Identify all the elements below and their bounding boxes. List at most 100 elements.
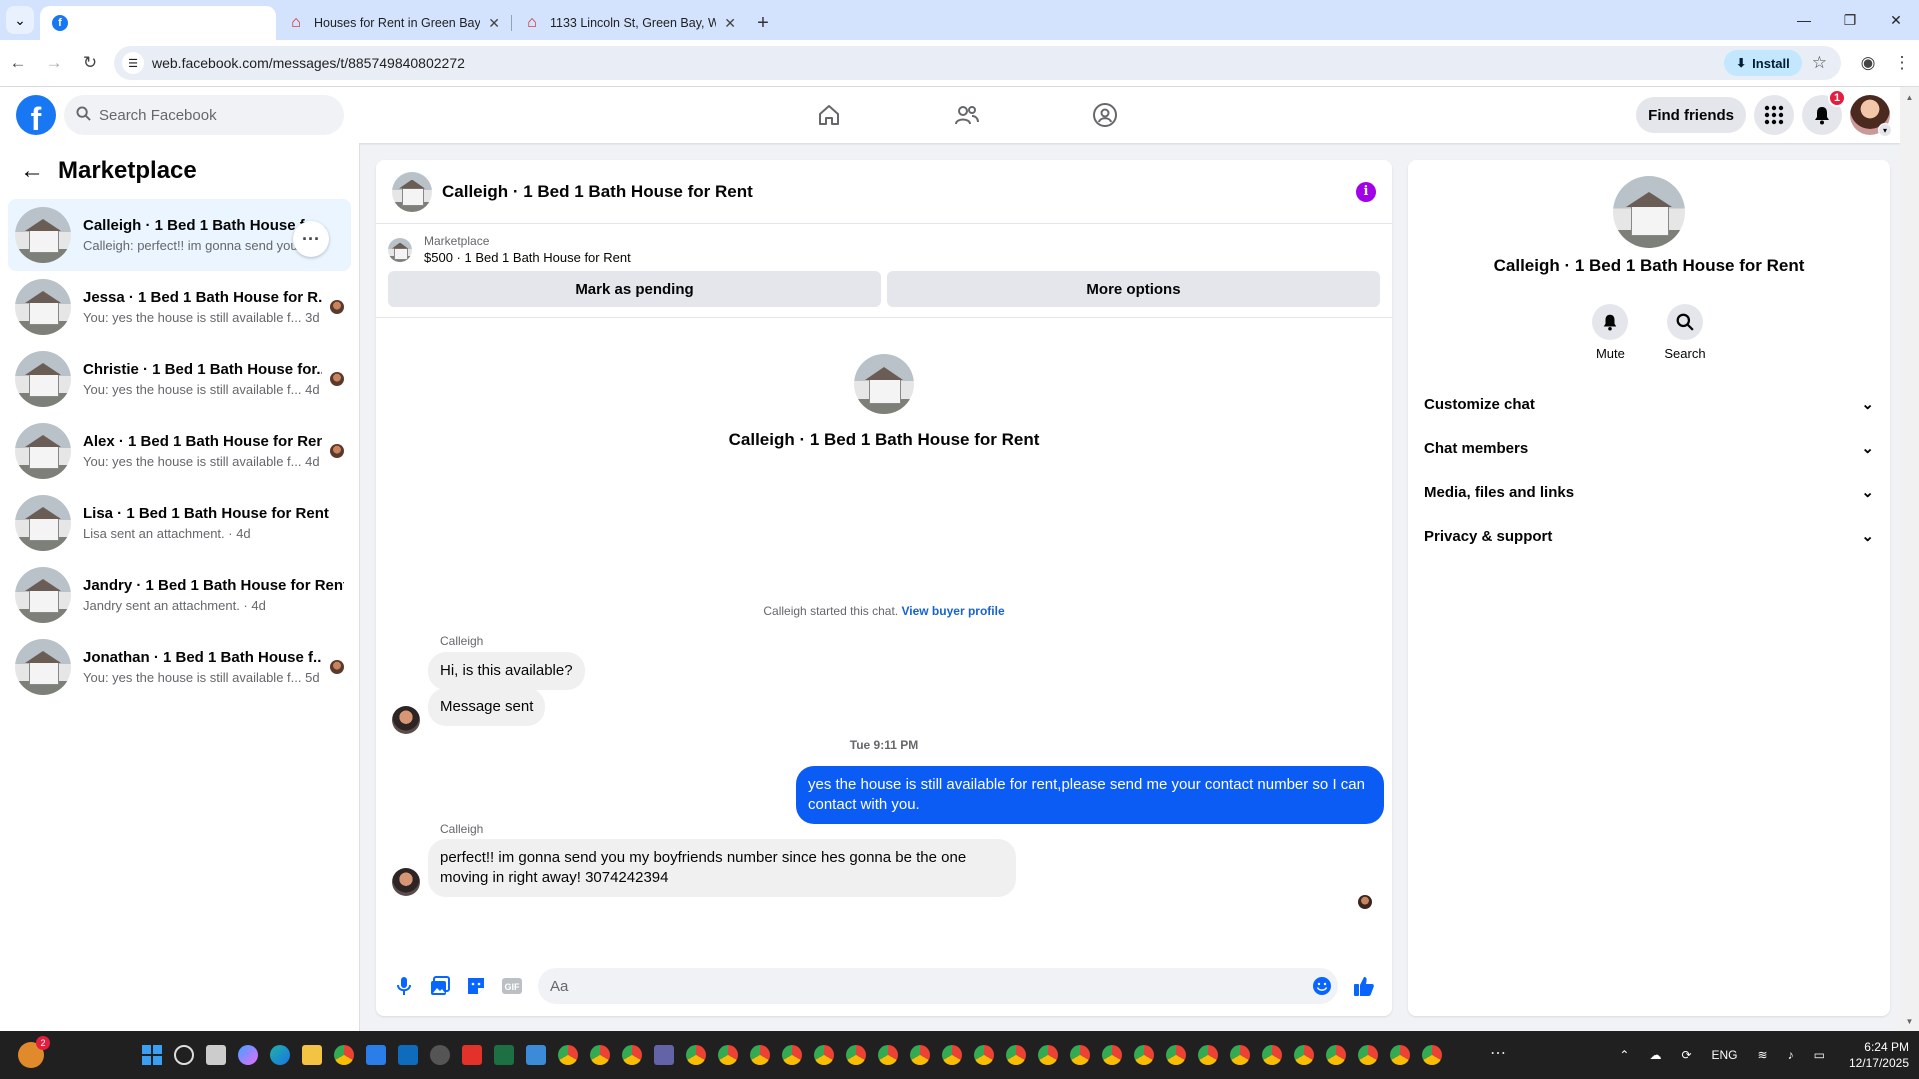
conversation-item[interactable]: Jandry · 1 Bed 1 Bath House for Rent Jan…	[8, 559, 351, 631]
profile-icon[interactable]: ◉	[1851, 53, 1885, 73]
sticker-icon[interactable]	[458, 968, 494, 1004]
sender-avatar[interactable]	[392, 706, 420, 734]
chrome-icon[interactable]	[1422, 1045, 1442, 1065]
chrome-icon[interactable]	[1134, 1045, 1154, 1065]
bookmark-star-icon[interactable]: ☆	[1812, 53, 1827, 73]
media-files-links-section[interactable]: Media, files and links ⌄	[1416, 470, 1882, 514]
install-app-button[interactable]: ⬇ Install	[1724, 50, 1802, 76]
conversation-item[interactable]: Lisa · 1 Bed 1 Bath House for Rent Lisa …	[8, 487, 351, 559]
conversation-item[interactable]: Jessa · 1 Bed 1 Bath House for R... You:…	[8, 271, 351, 343]
chrome-icon[interactable]	[814, 1045, 834, 1065]
chrome-icon[interactable]	[622, 1045, 642, 1065]
tab-houses-for-rent[interactable]: ⌂ Houses for Rent in Green Bay, W ✕	[276, 6, 512, 40]
language-indicator[interactable]: ENG	[1712, 1048, 1738, 1062]
chrome-icon[interactable]	[782, 1045, 802, 1065]
app-icon[interactable]	[430, 1045, 450, 1065]
close-icon[interactable]: ✕	[724, 15, 736, 32]
chrome-icon[interactable]	[1166, 1045, 1186, 1065]
facebook-search-input[interactable]: Search Facebook	[64, 95, 344, 135]
volume-icon[interactable]: ♪	[1788, 1048, 1794, 1062]
menu-grid-button[interactable]	[1754, 95, 1794, 135]
chrome-icon[interactable]	[1198, 1045, 1218, 1065]
chrome-icon[interactable]	[1102, 1045, 1122, 1065]
browser-menu-icon[interactable]: ⋮	[1885, 53, 1919, 73]
chrome-icon[interactable]	[878, 1045, 898, 1065]
page-scrollbar[interactable]: ▲ ▼	[1900, 87, 1919, 1031]
notepad-icon[interactable]	[526, 1045, 546, 1065]
customize-chat-section[interactable]: Customize chat ⌄	[1416, 382, 1882, 426]
nav-groups[interactable]	[1036, 87, 1174, 143]
wifi-icon[interactable]: ≋	[1758, 1048, 1768, 1062]
windows-start-icon[interactable]	[142, 1045, 162, 1065]
tab-facebook[interactable]: f	[40, 6, 276, 40]
tab-lincoln-st[interactable]: ⌂ 1133 Lincoln St, Green Bay, WI ✕	[512, 6, 748, 40]
minimize-button[interactable]: —	[1781, 0, 1827, 40]
conversation-item[interactable]: Jonathan · 1 Bed 1 Bath House f... You: …	[8, 631, 351, 703]
chrome-icon[interactable]	[942, 1045, 962, 1065]
weather-widget-icon[interactable]: 2	[18, 1036, 50, 1068]
facebook-logo[interactable]: f	[16, 95, 56, 135]
chrome-icon[interactable]	[1038, 1045, 1058, 1065]
message-bubble[interactable]: Message sent	[428, 688, 546, 726]
chrome-icon[interactable]	[718, 1045, 738, 1065]
close-icon[interactable]: ✕	[488, 15, 500, 32]
chrome-icon[interactable]	[1006, 1045, 1026, 1065]
chrome-icon[interactable]	[334, 1045, 354, 1065]
view-buyer-profile-link[interactable]: View buyer profile	[901, 604, 1004, 618]
back-button[interactable]: ←	[0, 45, 36, 81]
chrome-icon[interactable]	[1070, 1045, 1090, 1065]
notifications-button[interactable]: 1	[1802, 89, 1846, 135]
new-tab-button[interactable]: +	[748, 6, 778, 40]
info-icon[interactable]: i	[1356, 181, 1376, 202]
message-bubble[interactable]: perfect!! im gonna send you my boyfriend…	[428, 839, 1016, 897]
chrome-icon[interactable]	[1230, 1045, 1250, 1065]
like-thumb-icon[interactable]	[1346, 968, 1382, 1004]
task-view-icon[interactable]	[206, 1045, 226, 1065]
find-friends-button[interactable]: Find friends	[1636, 97, 1746, 133]
tab-search-button[interactable]: ⌄	[6, 6, 34, 34]
chrome-icon[interactable]	[846, 1045, 866, 1065]
chrome-icon[interactable]	[974, 1045, 994, 1065]
listing-price[interactable]: $500 · 1 Bed 1 Bath House for Rent	[424, 250, 631, 265]
listing-thumbnail[interactable]	[388, 237, 412, 262]
onedrive-icon[interactable]: ☁	[1649, 1048, 1661, 1062]
mute-button[interactable]: Mute	[1592, 304, 1629, 361]
nav-friends[interactable]	[898, 87, 1036, 143]
teams-icon[interactable]	[654, 1045, 674, 1065]
chat-members-section[interactable]: Chat members ⌄	[1416, 426, 1882, 470]
chat-title[interactable]: Calleigh · 1 Bed 1 Bath House for Rent	[442, 182, 1356, 202]
show-hidden-icons[interactable]: ⌃	[1619, 1048, 1629, 1062]
chrome-icon[interactable]	[1294, 1045, 1314, 1065]
scroll-down-arrow-icon[interactable]: ▼	[1900, 1013, 1919, 1029]
photo-icon[interactable]	[422, 968, 458, 1004]
mark-as-pending-button[interactable]: Mark as pending	[388, 271, 881, 307]
file-explorer-icon[interactable]	[302, 1045, 322, 1065]
chrome-icon[interactable]	[750, 1045, 770, 1065]
chat-avatar[interactable]	[392, 171, 432, 212]
sync-icon[interactable]: ⟳	[1681, 1048, 1691, 1062]
message-input[interactable]: Aa	[538, 968, 1338, 1004]
chrome-icon[interactable]	[590, 1045, 610, 1065]
chrome-icon[interactable]	[686, 1045, 706, 1065]
copilot-icon[interactable]	[238, 1045, 258, 1065]
outlook-icon[interactable]	[398, 1045, 418, 1065]
chrome-icon[interactable]	[1262, 1045, 1282, 1065]
nav-home[interactable]	[760, 87, 898, 143]
chrome-icon[interactable]	[1326, 1045, 1346, 1065]
excel-icon[interactable]	[494, 1045, 514, 1065]
chrome-icon[interactable]	[1390, 1045, 1410, 1065]
chrome-icon[interactable]	[910, 1045, 930, 1065]
more-options-button[interactable]: More options	[887, 271, 1380, 307]
account-avatar[interactable]: ▾	[1850, 95, 1892, 137]
conversation-item[interactable]: Alex · 1 Bed 1 Bath House for Rent You: …	[8, 415, 351, 487]
privacy-support-section[interactable]: Privacy & support ⌄	[1416, 514, 1882, 558]
reload-button[interactable]: ↻	[72, 45, 108, 81]
more-options-icon[interactable]: ···	[293, 221, 329, 257]
conversation-item[interactable]: Christie · 1 Bed 1 Bath House for... You…	[8, 343, 351, 415]
conversation-item[interactable]: Calleigh · 1 Bed 1 Bath House fo... Call…	[8, 199, 351, 271]
clock[interactable]: 6:24 PM 12/17/2025	[1849, 1039, 1909, 1071]
site-info-icon[interactable]: ☰	[122, 52, 144, 74]
sender-avatar[interactable]	[392, 868, 420, 896]
chrome-icon[interactable]	[1358, 1045, 1378, 1065]
anydesk-icon[interactable]	[462, 1045, 482, 1065]
